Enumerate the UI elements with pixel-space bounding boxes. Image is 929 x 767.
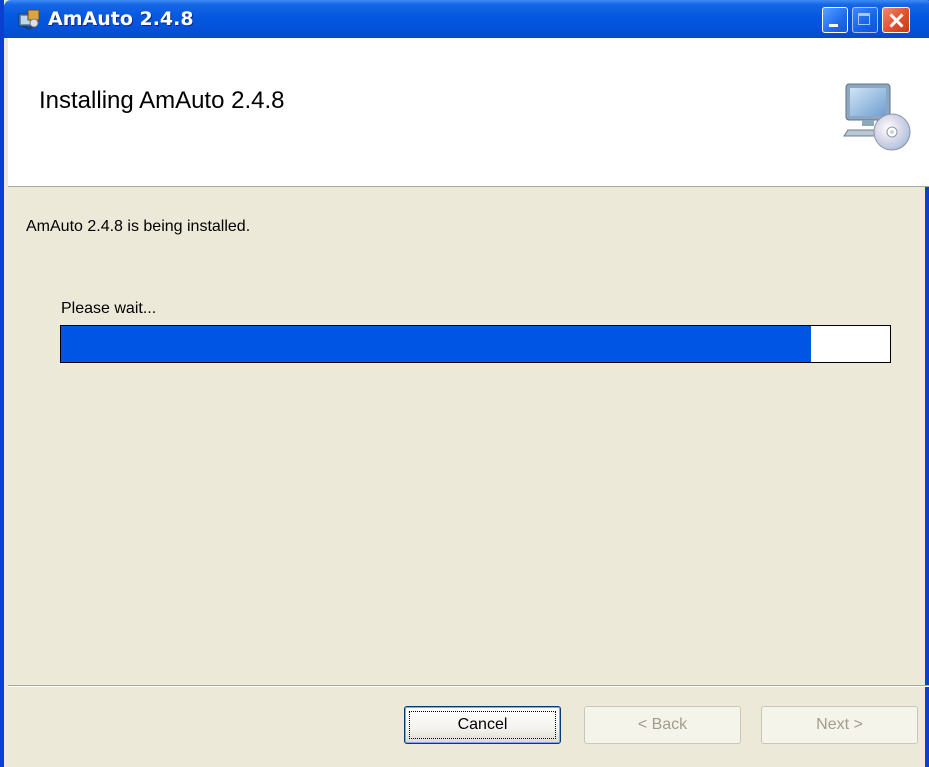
back-button: < Back bbox=[584, 706, 741, 744]
focus-ring bbox=[409, 711, 556, 739]
minimize-button[interactable] bbox=[822, 7, 848, 33]
page-title: Installing AmAuto 2.4.8 bbox=[39, 87, 285, 114]
next-button-label: Next > bbox=[816, 716, 863, 733]
installer-window: AmAuto 2.4.8 Installing AmAuto 2.4.8 AmA… bbox=[0, 0, 929, 767]
window-title: AmAuto 2.4.8 bbox=[48, 8, 194, 30]
installer-app-icon bbox=[18, 9, 40, 30]
progress-fill bbox=[61, 326, 812, 362]
install-status-text: AmAuto 2.4.8 is being installed. bbox=[26, 218, 251, 235]
title-bar[interactable]: AmAuto 2.4.8 bbox=[4, 0, 929, 38]
computer-cd-icon bbox=[843, 83, 911, 151]
maximize-button bbox=[852, 7, 878, 33]
header-banner: Installing AmAuto 2.4.8 bbox=[8, 38, 929, 187]
next-button: Next > bbox=[761, 706, 918, 744]
close-button[interactable] bbox=[882, 7, 910, 33]
back-button-label: < Back bbox=[637, 716, 688, 733]
footer-divider bbox=[8, 685, 929, 687]
please-wait-label: Please wait... bbox=[61, 300, 157, 317]
install-progress-bar bbox=[60, 325, 891, 363]
cancel-button[interactable]: Cancel bbox=[404, 706, 561, 744]
